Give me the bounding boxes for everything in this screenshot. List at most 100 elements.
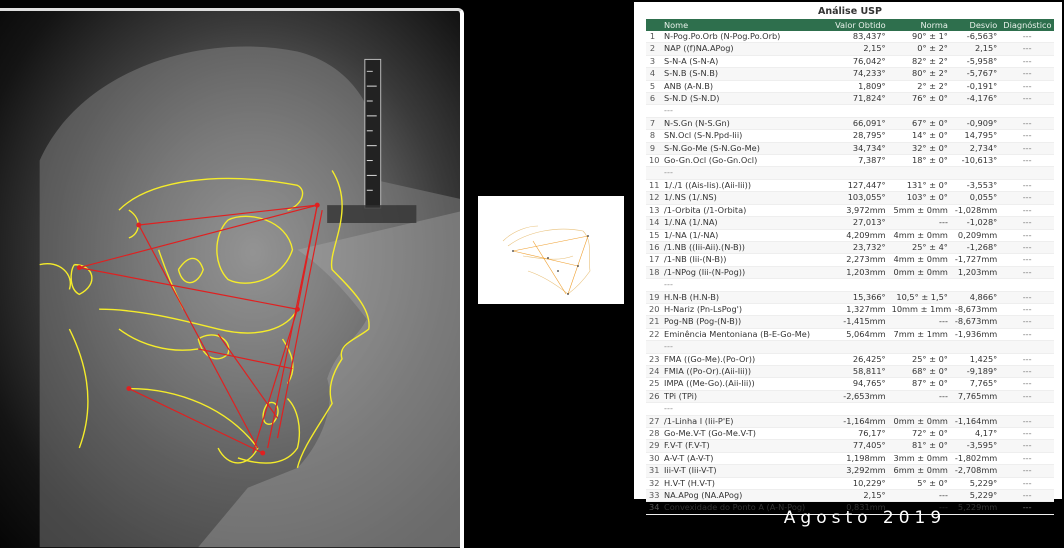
- row-value: [826, 278, 889, 292]
- cephalometric-xray: [0, 8, 464, 548]
- row-number: 15: [646, 229, 662, 242]
- row-diagnostico: ---: [1000, 216, 1054, 230]
- row-name: 1/-NA (1/-NA): [661, 229, 827, 242]
- row-norma: 4mm ± 0mm: [888, 253, 951, 267]
- row-number: 20: [646, 303, 662, 317]
- row-number: 34: [646, 501, 662, 515]
- row-norma: 103° ± 0°: [888, 191, 951, 205]
- row-desvio: -8,673mm: [950, 303, 1001, 317]
- row-number: 7: [646, 117, 662, 131]
- table-row: 22 Eminência Mentoniana (B-E-Go-Me) 5,064m…: [646, 328, 1054, 342]
- row-desvio: 7,765°: [950, 377, 1001, 391]
- row-number: [646, 402, 662, 416]
- row-desvio: -1,802mm: [950, 452, 1001, 466]
- row-norma: 76° ± 0°: [888, 92, 951, 106]
- row-desvio: 2,734°: [950, 142, 1001, 156]
- row-value: 127,447°: [826, 179, 889, 193]
- row-diagnostico: ---: [1000, 117, 1054, 131]
- row-name: S-N.B (S-N.B): [661, 67, 827, 81]
- row-norma: 72° ± 0°: [888, 427, 951, 441]
- row-norma: 7mm ± 1mm: [888, 328, 951, 342]
- tracing-thumbnail: [478, 196, 624, 304]
- row-diagnostico: ---: [1000, 390, 1054, 404]
- table-row: ---: [646, 166, 1054, 180]
- row-name: /1-NPog (Iii-(N-Pog)): [661, 266, 827, 280]
- col-header-name: Nome: [661, 19, 827, 31]
- col-header-norma: Norma: [888, 19, 951, 31]
- row-name: H.V-T (H.V-T): [661, 477, 827, 491]
- table-row: 21 Pog-NB (Pog-(N-B)) -1,415mm --- -8,673mm -…: [646, 315, 1054, 329]
- row-number: 22: [646, 328, 662, 342]
- table-row: 20 H-Nariz (Pn-LsPog') 1,327mm 10mm ± 1mm -8…: [646, 303, 1054, 317]
- row-desvio: 1,425°: [950, 353, 1001, 366]
- table-row: 12 1/.NS (1/.NS) 103,055° 103° ± 0° 0,055° --…: [646, 191, 1054, 205]
- row-name: F.V-T (F.V-T): [661, 439, 827, 453]
- row-diagnostico: ---: [1000, 191, 1054, 205]
- row-norma: ---: [888, 315, 951, 329]
- row-number: 29: [646, 439, 662, 453]
- table-row: 14 1/.NA (1/.NA) 27,013° --- -1,028° ---: [646, 216, 1054, 230]
- row-diagnostico: ---: [1000, 80, 1054, 94]
- row-number: 27: [646, 415, 662, 429]
- row-name: 1/.NA (1/.NA): [661, 216, 827, 230]
- row-norma: 10mm ± 1mm: [888, 303, 951, 317]
- row-norma: 131° ± 0°: [888, 179, 951, 193]
- row-diagnostico: ---: [1000, 477, 1054, 491]
- row-diagnostico: ---: [1000, 439, 1054, 453]
- row-norma: 25° ± 4°: [888, 241, 951, 255]
- row-name: N-Pog.Po.Orb (N-Pog.Po.Orb): [661, 31, 827, 44]
- row-value: 94,765°: [826, 377, 889, 391]
- table-row: 33 NA.APog (NA.APog) 2,15° --- 5,229° ---: [646, 489, 1054, 503]
- row-desvio: [950, 104, 1001, 118]
- row-number: 33: [646, 489, 662, 503]
- row-number: [646, 340, 662, 354]
- row-desvio: -1,727mm: [950, 253, 1001, 267]
- row-diagnostico: ---: [1000, 253, 1054, 267]
- table-row: 2 NAP ((f)NA.APog) 2,15° 0° ± 2° 2,15° ---: [646, 42, 1054, 56]
- row-diagnostico: ---: [1000, 129, 1054, 143]
- row-value: [826, 166, 889, 180]
- row-number: 11: [646, 179, 662, 193]
- row-name: N-S.Gn (N-S.Gn): [661, 117, 827, 131]
- row-number: 32: [646, 477, 662, 491]
- row-number: 24: [646, 365, 662, 379]
- analysis-rows: 1 N-Pog.Po.Orb (N-Pog.Po.Orb) 83,437° 90° ±…: [646, 31, 1054, 515]
- row-diagnostico: ---: [1000, 154, 1054, 168]
- row-norma: 32° ± 0°: [888, 142, 951, 156]
- row-number: 5: [646, 80, 662, 94]
- row-number: 8: [646, 129, 662, 143]
- row-desvio: -8,673mm: [950, 315, 1001, 329]
- row-diagnostico: ---: [1000, 204, 1054, 218]
- table-row: 28 Go-Me.V-T (Go-Me.V-T) 76,17° 72° ± 0° 4,1…: [646, 427, 1054, 441]
- row-norma: 3mm ± 0mm: [888, 452, 951, 466]
- row-name: H.N-B (H.N-B): [661, 291, 827, 304]
- row-diagnostico: ---: [1000, 427, 1054, 441]
- row-name: Eminência Mentoniana (B-E-Go-Me): [661, 328, 827, 342]
- table-row: 9 S-N.Go-Me (S-N.Go-Me) 34,734° 32° ± 0° 2,7…: [646, 142, 1054, 156]
- row-number: [646, 278, 662, 292]
- row-value: [826, 402, 889, 416]
- row-desvio: [950, 340, 1001, 354]
- row-diagnostico: [1000, 402, 1054, 416]
- row-number: 16: [646, 241, 662, 255]
- row-norma: [888, 340, 951, 354]
- row-diagnostico: ---: [1000, 42, 1054, 56]
- analysis-title: Análise USP: [818, 6, 882, 17]
- row-number: 21: [646, 315, 662, 329]
- row-desvio: -5,958°: [950, 55, 1001, 69]
- row-name: 1/./1 ((Ais-Iis).(Aii-Iii)): [661, 179, 827, 193]
- table-row: 6 S-N.D (S-N.D) 71,824° 76° ± 0° -4,176° ---: [646, 92, 1054, 106]
- row-diagnostico: ---: [1000, 179, 1054, 193]
- row-value: -1,415mm: [826, 315, 889, 329]
- row-norma: [888, 402, 951, 416]
- table-row: 15 1/-NA (1/-NA) 4,209mm 4mm ± 0mm 0,209mm --…: [646, 229, 1054, 242]
- row-desvio: -6,563°: [950, 31, 1001, 44]
- row-diagnostico: ---: [1000, 67, 1054, 81]
- row-name: IMPA ((Me-Go).(Aii-Iii)): [661, 377, 827, 391]
- row-name: ---: [661, 166, 827, 180]
- row-name: FMA ((Go-Me).(Po-Or)): [661, 353, 827, 366]
- row-number: [646, 104, 662, 118]
- row-number: 13: [646, 204, 662, 218]
- row-desvio: 7,765mm: [950, 390, 1001, 404]
- row-norma: 4mm ± 0mm: [888, 229, 951, 242]
